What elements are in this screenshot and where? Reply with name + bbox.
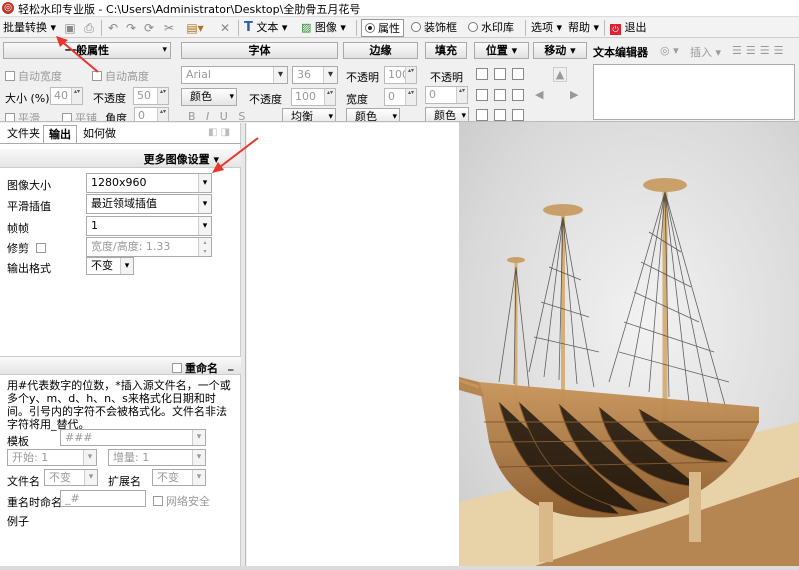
status-bar <box>0 566 799 570</box>
annotation-arrows <box>56 36 259 173</box>
